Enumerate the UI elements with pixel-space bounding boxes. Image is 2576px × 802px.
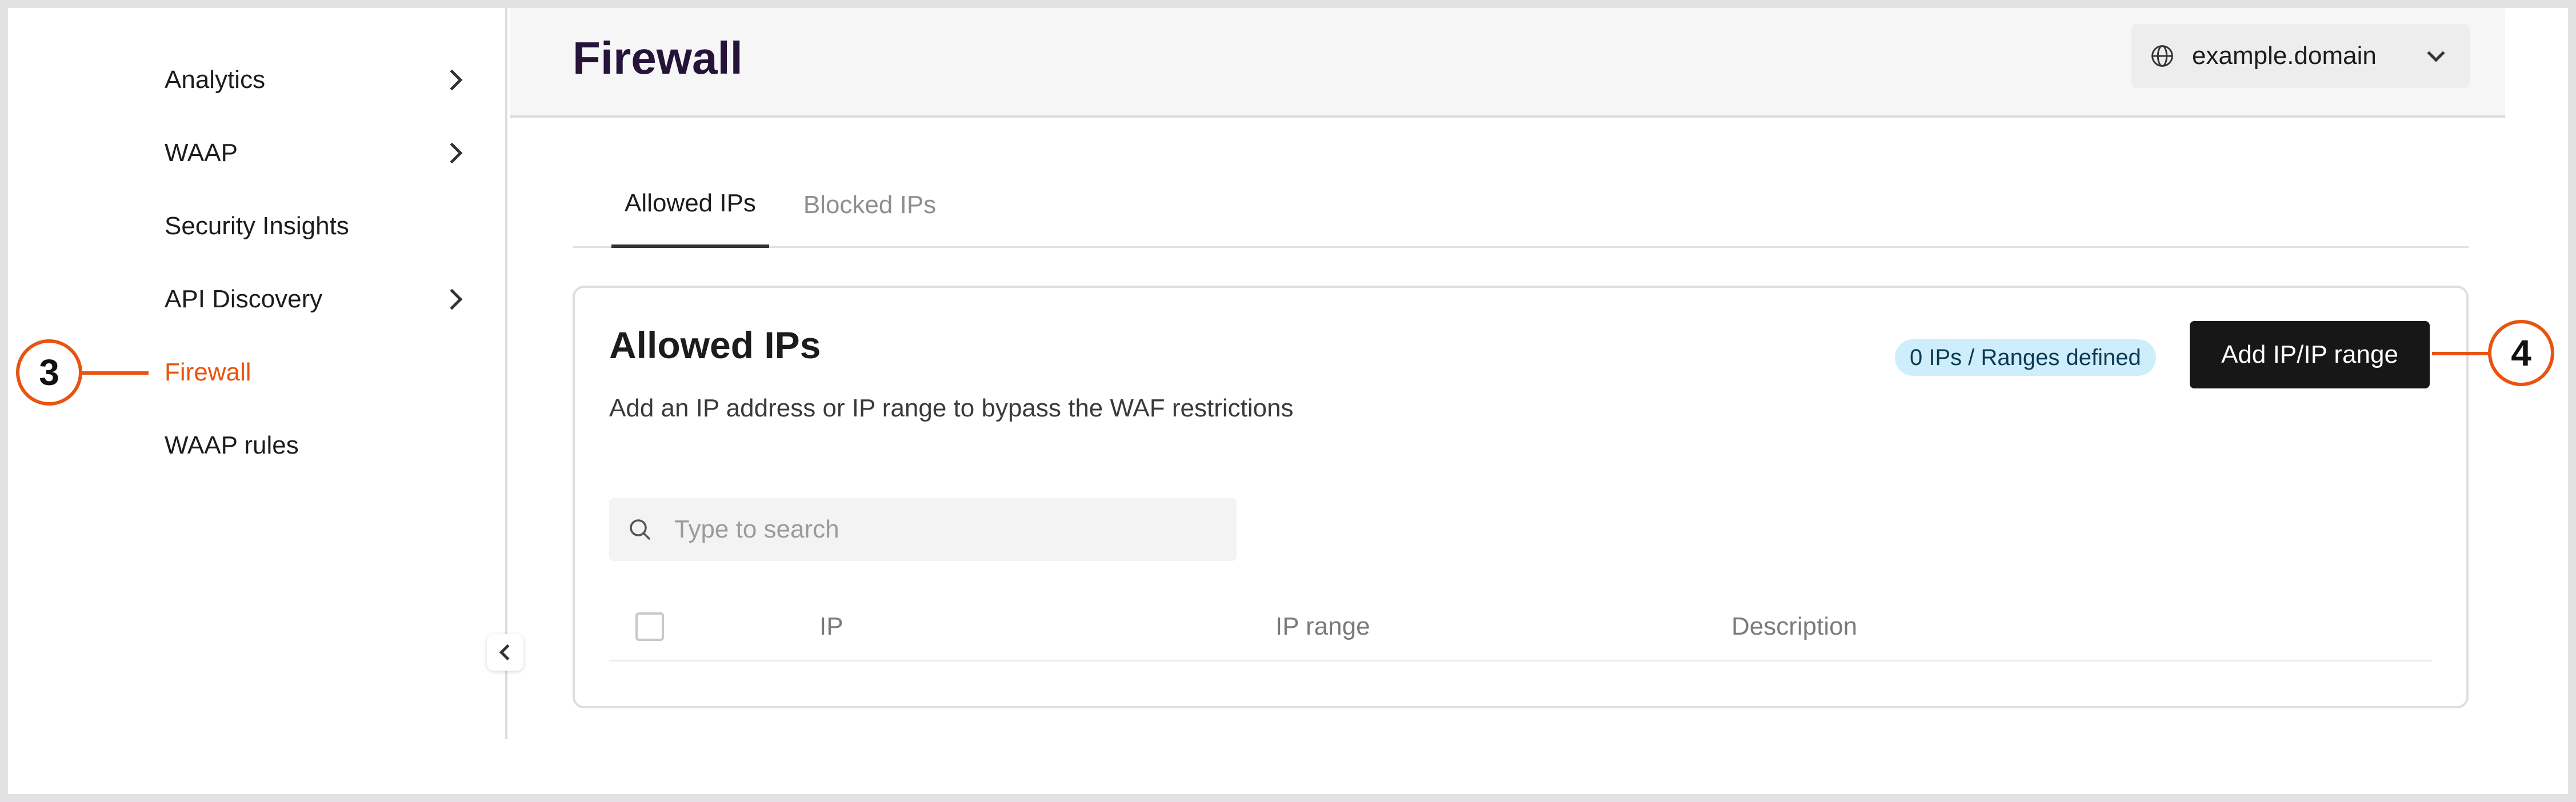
page-title: Firewall — [573, 33, 743, 83]
sidebar-item-waap[interactable]: WAAP — [165, 125, 471, 182]
sidebar-item-waap-rules[interactable]: WAAP rules — [165, 417, 471, 474]
sidebar-item-firewall[interactable]: Firewall — [165, 344, 471, 401]
sidebar-item-label: Analytics — [165, 66, 266, 94]
tab-allowed-ips[interactable]: Allowed IPs — [611, 162, 769, 248]
sidebar-collapse-button[interactable] — [487, 634, 523, 671]
sidebar-item-label: WAAP rules — [165, 431, 299, 459]
chevron-down-icon — [2427, 44, 2445, 62]
callout-marker: 4 — [2488, 320, 2554, 386]
search-input[interactable] — [674, 515, 1219, 544]
domain-select-value: example.domain — [2192, 42, 2377, 70]
domain-select[interactable]: example.domain — [2131, 24, 2470, 88]
chevron-right-icon — [441, 142, 463, 164]
globe-icon — [2151, 45, 2173, 67]
card-description: Add an IP address or IP range to bypass … — [609, 394, 1294, 422]
sidebar-item-api-discovery[interactable]: API Discovery — [165, 271, 471, 328]
sidebar-item-label: WAAP — [165, 139, 238, 167]
callout-connector-line — [2432, 352, 2491, 355]
search-box[interactable] — [609, 498, 1237, 561]
column-header-description: Description — [1731, 612, 1858, 640]
ip-count-badge: 0 IPs / Ranges defined — [1895, 339, 2156, 376]
callout-connector-line — [82, 371, 149, 375]
tab-label: Blocked IPs — [803, 191, 937, 219]
add-ip-range-button[interactable]: Add IP/IP range — [2190, 321, 2430, 388]
table-header: IP IP range Description — [609, 593, 2432, 661]
sidebar-item-security-insights[interactable]: Security Insights — [165, 198, 471, 255]
select-all-checkbox[interactable] — [635, 612, 664, 641]
sidebar-item-label: Security Insights — [165, 212, 349, 240]
tab-label: Allowed IPs — [625, 189, 756, 217]
search-icon — [630, 519, 650, 540]
chevron-right-icon — [441, 288, 463, 310]
sidebar-item-analytics[interactable]: Analytics — [165, 51, 471, 109]
tab-bar: Allowed IPs Blocked IPs — [573, 162, 2469, 248]
tab-blocked-ips[interactable]: Blocked IPs — [791, 162, 949, 248]
column-header-ip-range: IP range — [1275, 612, 1370, 640]
column-header-ip: IP — [819, 612, 843, 640]
chevron-left-icon — [499, 644, 516, 661]
sidebar-item-label: API Discovery — [165, 285, 323, 313]
card-title: Allowed IPs — [609, 324, 821, 366]
callout-marker: 3 — [16, 339, 82, 406]
allowed-ips-card: Allowed IPs Add an IP address or IP rang… — [573, 286, 2469, 708]
page-header: Firewall example.domain — [510, 8, 2505, 118]
chevron-right-icon — [441, 69, 463, 91]
app-window: Analytics WAAP Security Insights API Dis… — [8, 8, 2568, 794]
sidebar-item-label: Firewall — [165, 358, 251, 386]
